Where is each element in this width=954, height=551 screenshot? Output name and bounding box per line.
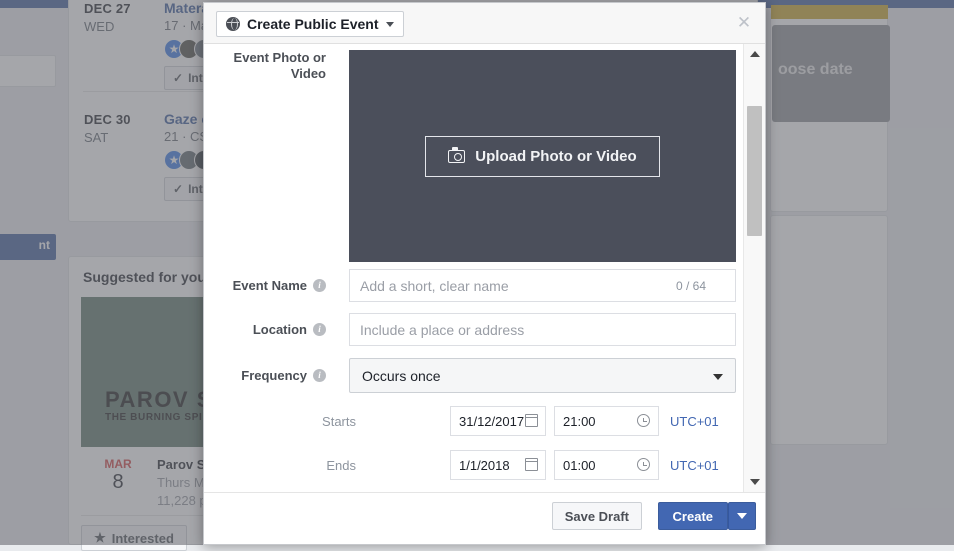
dialog-footer: Save Draft Create — [204, 493, 765, 544]
event-photo-label-line1: Event Photo or — [234, 50, 326, 65]
calendar-icon — [525, 414, 538, 427]
dialog-form: Event Photo or Video Upload Photo or Vid… — [204, 44, 743, 492]
ends-date-value: 1/1/2018 — [459, 458, 510, 473]
ends-timezone-link[interactable]: UTC+01 — [670, 458, 719, 473]
close-icon[interactable]: ✕ — [735, 14, 753, 32]
upload-button-label: Upload Photo or Video — [475, 148, 636, 165]
event-privacy-label: Create Public Event — [247, 16, 379, 32]
dialog-body: Event Photo or Video Upload Photo or Vid… — [204, 44, 765, 493]
ends-label: Ends — [204, 458, 356, 473]
frequency-label: Frequency i — [204, 368, 326, 383]
starts-timezone-link[interactable]: UTC+01 — [670, 414, 719, 429]
starts-time-input[interactable]: 21:00 — [554, 406, 659, 436]
triangle-up-icon — [750, 51, 760, 57]
scrollbar-down-button[interactable] — [744, 474, 765, 490]
create-options-button[interactable] — [728, 502, 756, 530]
location-input[interactable] — [349, 313, 736, 346]
scrollbar-thumb[interactable] — [747, 106, 762, 236]
info-icon[interactable]: i — [313, 323, 326, 336]
starts-date-value: 31/12/2017 — [459, 414, 524, 429]
chevron-down-icon — [386, 22, 394, 27]
event-photo-dropzone[interactable]: Upload Photo or Video — [349, 50, 736, 262]
create-event-dialog: Create Public Event ✕ Event Photo or Vid… — [203, 2, 766, 545]
scrollbar-up-button[interactable] — [744, 46, 765, 62]
dialog-header: Create Public Event ✕ — [204, 3, 765, 44]
event-name-char-count: 0 / 64 — [676, 279, 706, 293]
frequency-label-text: Frequency — [241, 368, 307, 383]
starts-date-input[interactable]: 31/12/2017 — [450, 406, 546, 436]
frequency-selected-value: Occurs once — [362, 368, 441, 384]
location-label-text: Location — [253, 322, 307, 337]
info-icon[interactable]: i — [313, 369, 326, 382]
calendar-icon — [525, 458, 538, 471]
clock-icon — [637, 414, 650, 427]
starts-time-value: 21:00 — [563, 414, 596, 429]
event-photo-label: Event Photo or Video — [204, 50, 326, 82]
dialog-scrollbar[interactable] — [743, 44, 765, 492]
save-draft-button[interactable]: Save Draft — [552, 502, 642, 530]
triangle-down-icon — [750, 479, 760, 485]
starts-label: Starts — [204, 414, 356, 429]
ends-time-input[interactable]: 01:00 — [554, 450, 659, 480]
ends-time-value: 01:00 — [563, 458, 596, 473]
clock-icon — [637, 458, 650, 471]
ends-date-input[interactable]: 1/1/2018 — [450, 450, 546, 480]
location-label: Location i — [204, 322, 326, 337]
event-privacy-dropdown[interactable]: Create Public Event — [216, 11, 404, 37]
globe-icon — [226, 17, 240, 31]
camera-icon — [448, 150, 465, 163]
upload-photo-or-video-button[interactable]: Upload Photo or Video — [425, 136, 659, 177]
event-photo-label-line2: Video — [291, 66, 326, 81]
chevron-down-icon — [713, 374, 723, 380]
frequency-select[interactable]: Occurs once — [349, 358, 736, 393]
create-button[interactable]: Create — [658, 502, 728, 530]
event-name-label: Event Name i — [204, 278, 326, 293]
event-name-label-text: Event Name — [233, 278, 307, 293]
info-icon[interactable]: i — [313, 279, 326, 292]
chevron-down-icon — [737, 513, 747, 519]
